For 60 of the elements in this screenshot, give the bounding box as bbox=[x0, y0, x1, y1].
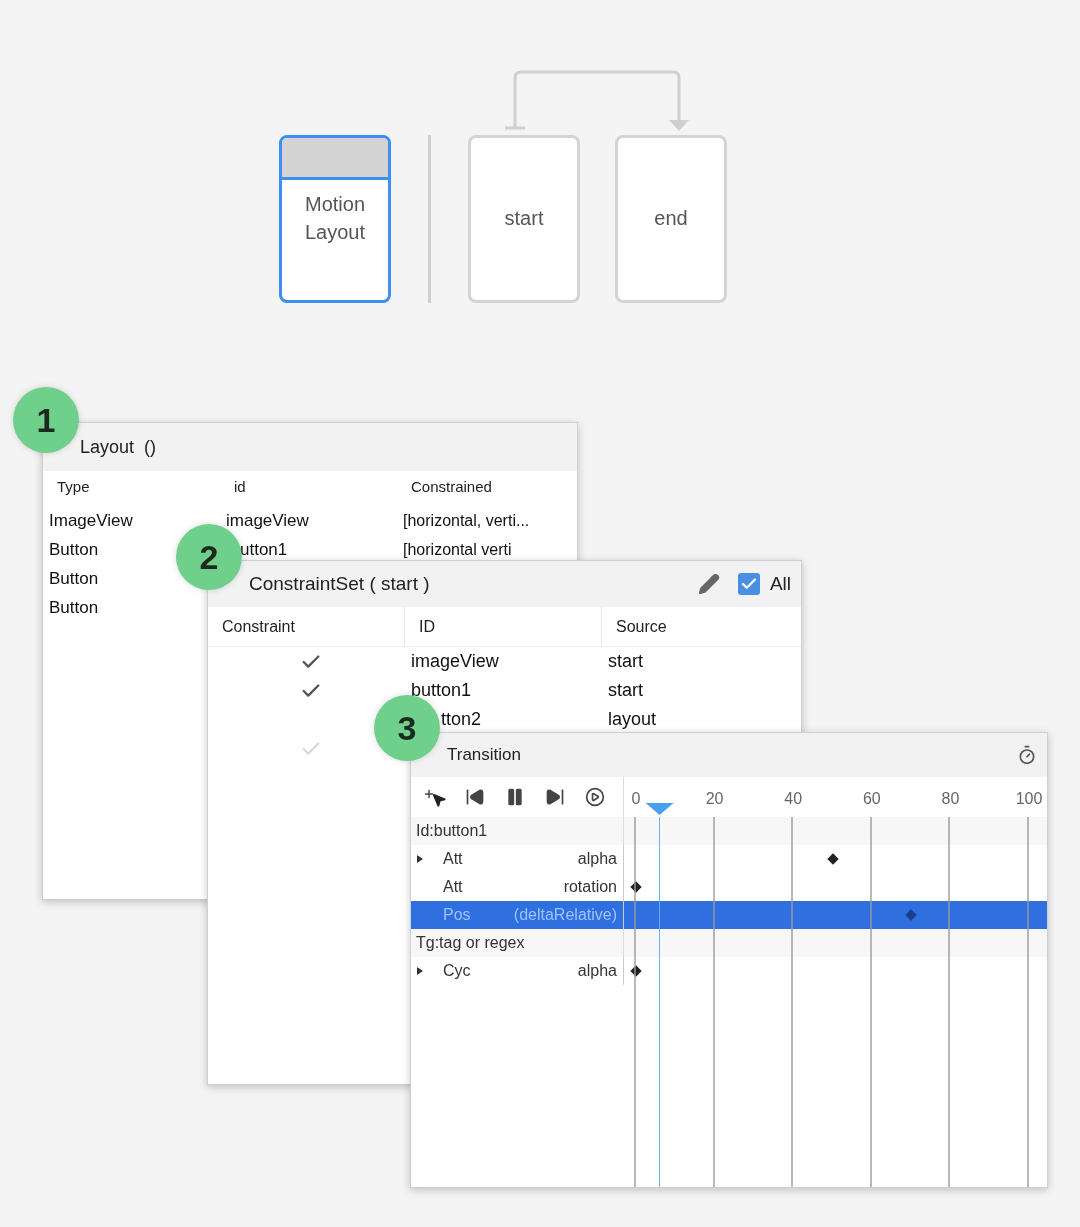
all-checkbox[interactable] bbox=[737, 573, 760, 595]
expand-icon[interactable] bbox=[417, 855, 423, 863]
track-type: Att bbox=[443, 877, 463, 897]
skip-back-icon[interactable] bbox=[465, 787, 485, 807]
table-cell-text: layout bbox=[607, 708, 658, 731]
table-cell-text: imageView bbox=[410, 650, 500, 673]
column-header[interactable]: Type bbox=[43, 475, 220, 499]
table-cell-text: [horizontal verti bbox=[402, 539, 512, 560]
node-label: start bbox=[504, 206, 544, 231]
timeline-tick-label: 20 bbox=[705, 789, 724, 809]
panel-title: ConstraintSet ( start ) bbox=[249, 571, 430, 596]
track-attribute: alpha bbox=[577, 849, 617, 869]
skip-forward-icon[interactable] bbox=[545, 787, 565, 807]
layout-node[interactable]: Motion Layout bbox=[279, 135, 391, 303]
column-header[interactable]: ID bbox=[405, 607, 602, 646]
table-cell-text: Button bbox=[48, 567, 99, 590]
table-cell-text: start bbox=[607, 650, 644, 673]
play-loop-icon[interactable] bbox=[585, 787, 605, 807]
table-cell-text: tton2 bbox=[440, 708, 483, 731]
timeline-tick-label: 60 bbox=[862, 789, 881, 809]
edit-icon[interactable] bbox=[697, 573, 720, 595]
node-label: end bbox=[654, 206, 688, 231]
table-cell-text: Button bbox=[48, 596, 99, 619]
group-label: Id:button1 bbox=[416, 821, 488, 841]
track-row[interactable]: Cyc alpha bbox=[411, 957, 1047, 985]
timeline-tick-label: 0 bbox=[631, 789, 641, 809]
table-cell-text: utton1 bbox=[239, 538, 288, 561]
group-label: Tg:tag or regex bbox=[416, 933, 525, 953]
keyframe-marker[interactable] bbox=[905, 909, 917, 921]
constraint-set-node[interactable]: start bbox=[468, 135, 580, 303]
expand-icon[interactable] bbox=[417, 967, 423, 975]
constraint-set-node[interactable]: end bbox=[615, 135, 727, 303]
panel-title: Layout () bbox=[80, 435, 157, 459]
table-cell-text: start bbox=[607, 679, 644, 702]
timeline-tick-label: 80 bbox=[941, 789, 960, 809]
table-cell-text: [horizontal, verti... bbox=[402, 510, 530, 531]
table-cell-text: Button bbox=[48, 538, 99, 561]
step-badge: 1 bbox=[13, 387, 79, 453]
playhead[interactable] bbox=[645, 803, 674, 815]
timeline-tick-label: 100 bbox=[1015, 789, 1043, 809]
track-attribute: alpha bbox=[577, 961, 617, 981]
track-attribute: rotation bbox=[563, 877, 617, 897]
table-cell-text: ImageView bbox=[48, 509, 133, 532]
column-header[interactable]: Constrained bbox=[397, 475, 577, 499]
pause-icon[interactable] bbox=[505, 787, 525, 807]
track-type: Cyc bbox=[443, 961, 471, 981]
panel-title: Transition bbox=[447, 744, 521, 767]
timer-icon[interactable] bbox=[1017, 745, 1037, 765]
track-type: Pos bbox=[443, 905, 471, 925]
column-header[interactable]: id bbox=[220, 475, 397, 499]
column-header[interactable]: Constraint bbox=[208, 607, 405, 646]
track-row[interactable]: Att rotation bbox=[411, 873, 1047, 901]
all-label: All bbox=[769, 571, 791, 596]
node-label: Motion Layout bbox=[303, 192, 367, 245]
column-header[interactable]: Source bbox=[602, 607, 801, 646]
track-attribute: (deltaRelative) bbox=[513, 905, 617, 925]
track-row[interactable]: Att alpha bbox=[411, 845, 1047, 873]
timeline-tick-label: 40 bbox=[784, 789, 803, 809]
track-type: Att bbox=[443, 849, 463, 869]
keyframe-marker[interactable] bbox=[826, 853, 839, 865]
